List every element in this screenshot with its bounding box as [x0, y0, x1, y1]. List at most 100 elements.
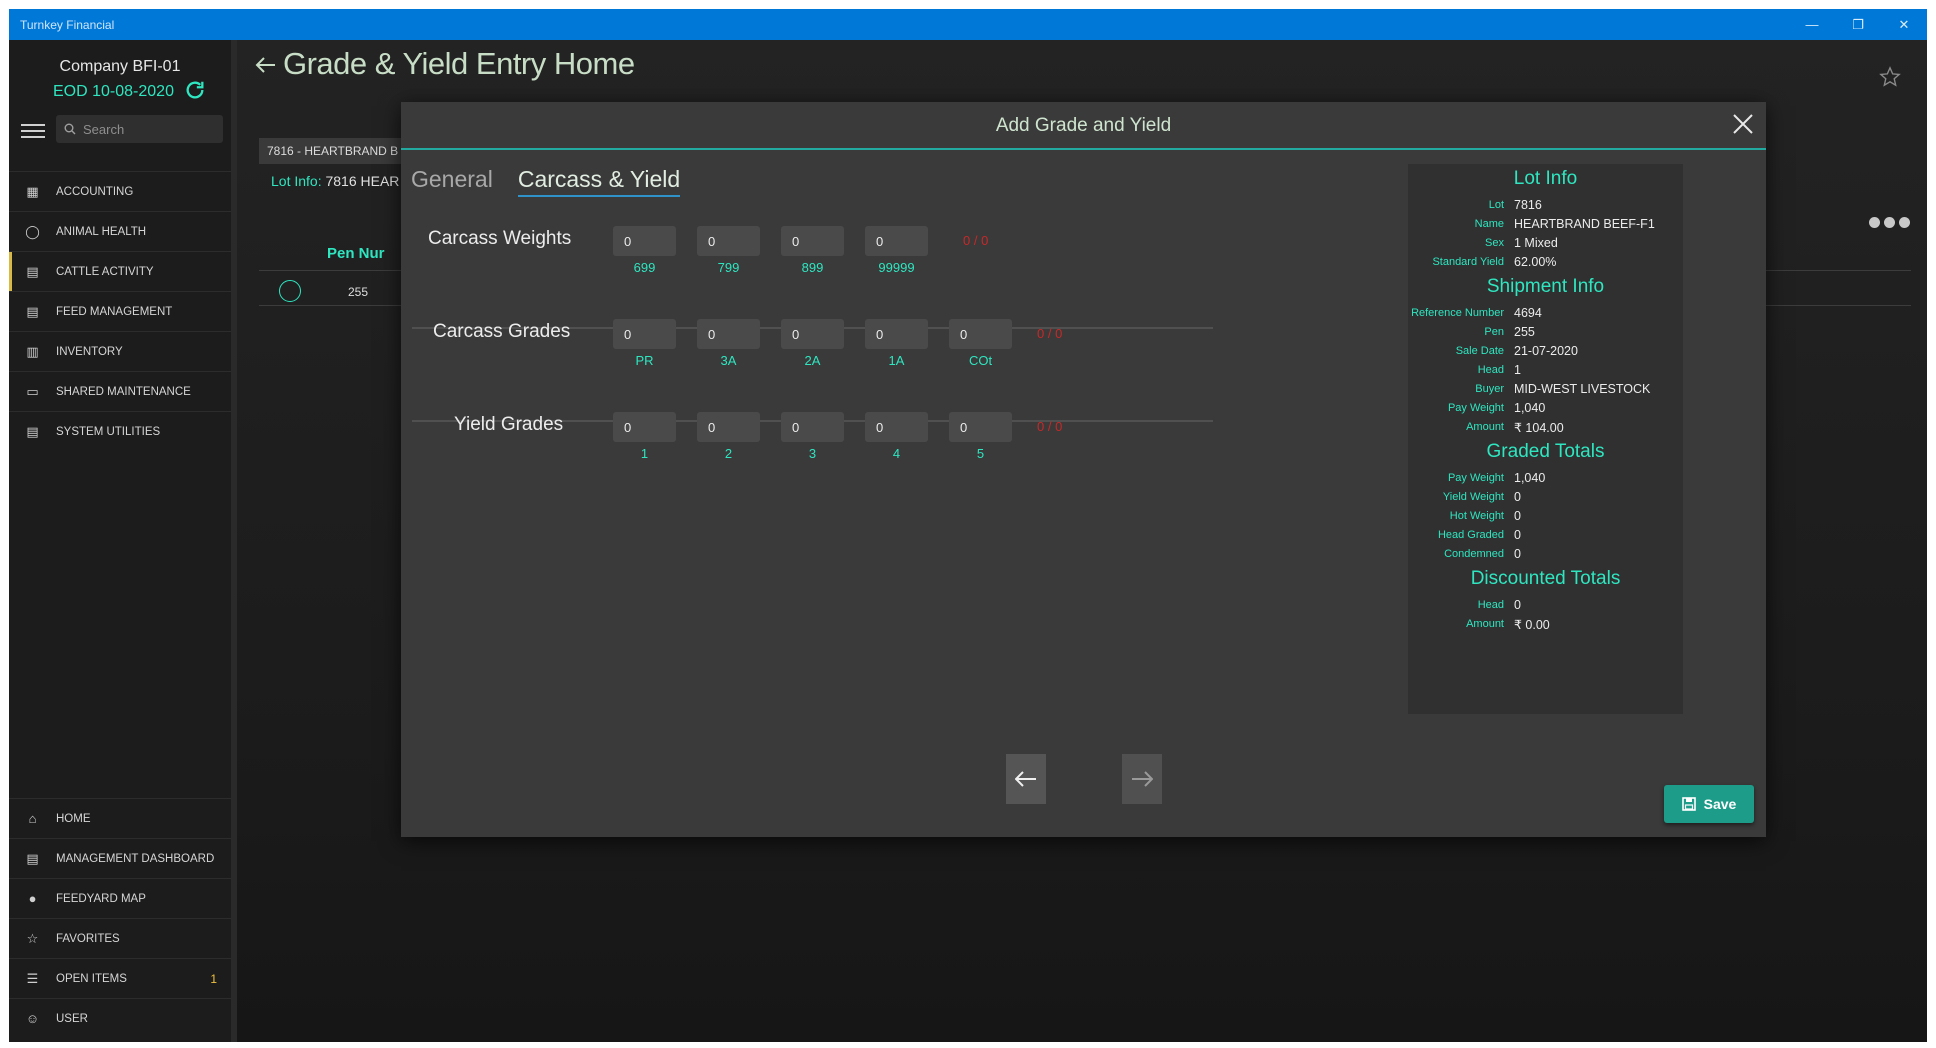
- field-label: 3A: [720, 353, 737, 368]
- eod-date: EOD 10-08-2020: [53, 83, 174, 100]
- info-row: Amount ₹ 0.00: [1408, 617, 1683, 635]
- nav-label: ANIMAL HEALTH: [56, 225, 147, 238]
- info-key: Buyer: [1475, 383, 1504, 395]
- save-button[interactable]: Save: [1664, 785, 1754, 823]
- pen-value: 255: [348, 285, 369, 299]
- nav-user[interactable]: ☺ USER: [9, 998, 231, 1038]
- info-key: Pen: [1484, 326, 1504, 338]
- back-arrow-icon[interactable]: [255, 56, 277, 74]
- company-name: Company BFI-01: [59, 58, 181, 75]
- arrow-right-icon: [1132, 771, 1153, 787]
- pen-number-header[interactable]: Pen Nur: [327, 245, 385, 262]
- info-key: Amount: [1466, 618, 1504, 630]
- info-row: Sale Date 21-07-2020: [1408, 344, 1683, 362]
- shipment-info-heading: Shipment Info: [1486, 276, 1605, 297]
- field-label: 699: [633, 260, 656, 275]
- graded-totals-heading: Graded Totals: [1486, 441, 1605, 462]
- nav-label: INVENTORY: [56, 345, 123, 358]
- field-label: 3: [808, 446, 817, 461]
- nav-feedyard-map[interactable]: ● FEEDYARD MAP: [9, 878, 231, 918]
- nav-label: ACCOUNTING: [56, 185, 134, 198]
- nav-home[interactable]: ⌂ HOME: [9, 798, 231, 838]
- nav-accounting[interactable]: ▦ ACCOUNTING: [9, 171, 231, 211]
- info-value: 0: [1514, 528, 1521, 542]
- info-value: 0: [1514, 547, 1521, 561]
- discounted-totals-heading: Discounted Totals: [1470, 568, 1621, 589]
- yield-grade-field[interactable]: 0: [865, 412, 928, 442]
- window-title: Turnkey Financial: [20, 17, 115, 32]
- info-row: Pay Weight 1,040: [1408, 471, 1683, 489]
- info-row: Condemned 0: [1408, 547, 1683, 565]
- carcass-grade-field[interactable]: 0: [949, 319, 1012, 349]
- info-key: Sale Date: [1455, 345, 1504, 357]
- more-options-icon[interactable]: [1869, 217, 1910, 228]
- info-row: Head Graded 0: [1408, 528, 1683, 546]
- nav-label: FEED MANAGEMENT: [56, 305, 173, 318]
- info-value: 0: [1514, 598, 1521, 612]
- nav-label: HOME: [56, 812, 91, 825]
- clipboard-icon: ▥: [26, 343, 39, 359]
- info-key: Hot Weight: [1449, 510, 1504, 522]
- edit-icon[interactable]: [279, 280, 301, 302]
- carcass-weight-field[interactable]: 0: [697, 226, 760, 256]
- info-key: Condemned: [1444, 548, 1504, 560]
- info-value: 4694: [1514, 306, 1542, 320]
- carcass-grades-label: Carcass Grades: [433, 321, 571, 342]
- info-key: Yield Weight: [1442, 491, 1504, 503]
- info-key: Head: [1477, 364, 1504, 376]
- carcass-grade-field[interactable]: 0: [697, 319, 760, 349]
- carcass-grade-field[interactable]: 0: [865, 319, 928, 349]
- close-icon[interactable]: [1732, 113, 1754, 135]
- close-window-icon[interactable]: ✕: [1881, 9, 1927, 40]
- yield-grade-field[interactable]: 0: [781, 412, 844, 442]
- tab-general[interactable]: General: [411, 166, 493, 197]
- field-label: 5: [976, 446, 985, 461]
- nav-label: CATTLE ACTIVITY: [56, 265, 154, 278]
- user-icon: ☺: [25, 1011, 40, 1026]
- previous-button[interactable]: [1006, 754, 1046, 804]
- info-key: Standard Yield: [1432, 256, 1504, 268]
- nav-cattle-activity[interactable]: ▤ CATTLE ACTIVITY: [9, 251, 231, 291]
- yield-grade-field[interactable]: 0: [697, 412, 760, 442]
- nav-feed-management[interactable]: ▤ FEED MANAGEMENT: [9, 291, 231, 331]
- info-row: Buyer MID-WEST LIVESTOCK: [1408, 382, 1683, 400]
- info-value: 0: [1514, 490, 1521, 504]
- field-label: 2: [724, 446, 733, 461]
- info-key: Name: [1474, 218, 1504, 230]
- monitor-icon: ▭: [26, 383, 39, 399]
- info-row: Amount ₹ 104.00: [1408, 420, 1683, 438]
- minimize-icon[interactable]: —: [1789, 9, 1835, 40]
- nav-system-utilities[interactable]: ▤ SYSTEM UTILITIES: [9, 411, 231, 451]
- nav-animal-health[interactable]: ◯ ANIMAL HEALTH: [9, 211, 231, 251]
- info-row: Name HEARTBRAND BEEF-F1: [1408, 217, 1683, 235]
- nav-favorites[interactable]: ☆ FAVORITES: [9, 918, 231, 958]
- carcass-grade-field[interactable]: 0: [781, 319, 844, 349]
- info-row: Reference Number 4694: [1408, 306, 1683, 324]
- favorite-star-icon[interactable]: [1879, 66, 1901, 88]
- nav-shared-maintenance[interactable]: ▭ SHARED MAINTENANCE: [9, 371, 231, 411]
- menu-icon[interactable]: [21, 124, 45, 142]
- restore-icon[interactable]: ❐: [1835, 9, 1881, 40]
- yield-grades-label: Yield Grades: [454, 414, 564, 435]
- next-button[interactable]: [1122, 754, 1162, 804]
- nav-management-dashboard[interactable]: ▤ MANAGEMENT DASHBOARD: [9, 838, 231, 878]
- lot-tab[interactable]: 7816 - HEARTBRAND B: [259, 138, 409, 164]
- yield-grade-field[interactable]: 0: [613, 412, 676, 442]
- nav-label: USER: [56, 1012, 88, 1025]
- field-label: COt: [968, 353, 993, 368]
- refresh-icon[interactable]: [184, 79, 206, 101]
- carcass-weight-field[interactable]: 0: [613, 226, 676, 256]
- yield-grade-field[interactable]: 0: [949, 412, 1012, 442]
- nav-inventory[interactable]: ▥ INVENTORY: [9, 331, 231, 371]
- carcass-weight-field[interactable]: 0: [865, 226, 928, 256]
- info-row: Lot 7816: [1408, 198, 1683, 216]
- carcass-weight-field[interactable]: 0: [781, 226, 844, 256]
- tab-carcass-yield[interactable]: Carcass & Yield: [517, 166, 681, 197]
- info-value: 1: [1514, 363, 1521, 377]
- field-label: 899: [801, 260, 824, 275]
- search-input[interactable]: Search: [56, 115, 223, 143]
- carcass-grade-field[interactable]: 0: [613, 319, 676, 349]
- nav-open-items[interactable]: ☰ OPEN ITEMS 1: [9, 958, 231, 998]
- info-value: ₹ 0.00: [1514, 618, 1550, 632]
- nav-label: FAVORITES: [56, 932, 120, 945]
